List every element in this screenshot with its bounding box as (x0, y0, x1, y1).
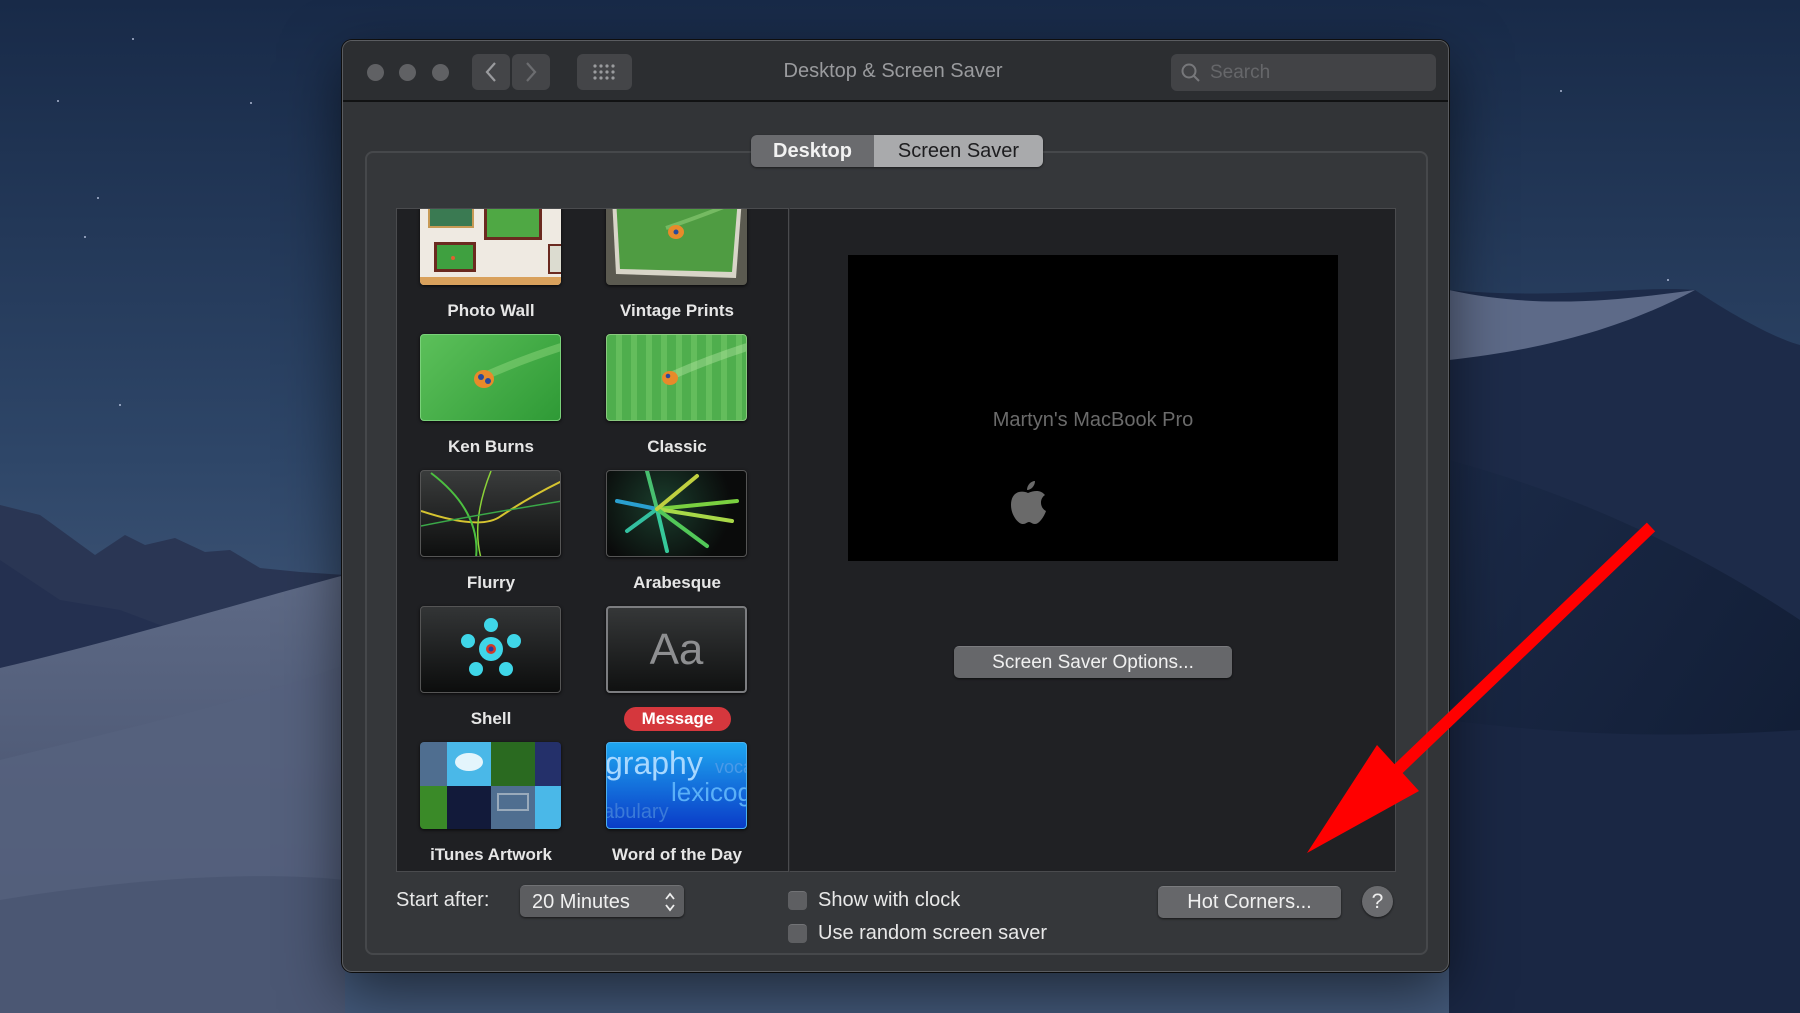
show-all-grid-icon (592, 64, 615, 80)
system-preferences-window: Desktop & Screen Saver Desktop Screen Sa… (342, 40, 1449, 972)
screen-saver-item-ken-burns[interactable]: Ken Burns (411, 333, 571, 469)
zoom-window-button[interactable] (432, 64, 449, 81)
star (119, 404, 121, 406)
help-button[interactable]: ? (1362, 886, 1393, 917)
itunes-artwork-thumbnail (420, 742, 561, 829)
up-down-chevron-icon (665, 892, 675, 912)
screen-saver-item-message[interactable]: Aa Message (597, 605, 757, 741)
star (57, 100, 59, 102)
search-input[interactable] (1210, 61, 1410, 84)
vintage-prints-thumbnail (606, 209, 747, 285)
thumbnail-word: lexicog (671, 777, 747, 807)
back-button[interactable] (472, 54, 510, 90)
message-thumbnail: Aa (606, 606, 747, 693)
search-icon (1181, 63, 1200, 82)
minimize-window-button[interactable] (399, 64, 416, 81)
search-field[interactable] (1171, 54, 1436, 91)
chevron-left-icon (485, 62, 496, 82)
show-with-clock-label: Show with clock (818, 889, 961, 911)
screen-saver-label: Arabesque (633, 573, 721, 592)
arabesque-thumbnail (606, 470, 747, 557)
star (1667, 279, 1669, 281)
forward-button[interactable] (512, 54, 550, 90)
screen-saver-item-flurry[interactable]: Flurry (411, 469, 571, 605)
screen-saver-label: Shell (470, 709, 512, 728)
screen-saver-label: Vintage Prints (620, 301, 734, 320)
screen-saver-label: Photo Wall (447, 301, 535, 320)
star (1560, 90, 1562, 92)
show-with-clock-checkbox[interactable] (788, 891, 807, 910)
screen-saver-label-selected: Message (624, 707, 731, 731)
screen-saver-preview: Martyn's MacBook Pro (848, 255, 1338, 561)
screen-saver-label: iTunes Artwork (430, 845, 552, 864)
window-title: Desktop & Screen Saver (783, 60, 1003, 82)
screen-saver-item-arabesque[interactable]: Arabesque (597, 469, 757, 605)
random-screen-saver-checkbox[interactable] (788, 924, 807, 943)
tab-screen-saver[interactable]: Screen Saver (874, 135, 1043, 167)
start-after-popup[interactable]: 20 Minutes (520, 885, 684, 917)
star (250, 102, 252, 104)
start-after-label: Start after: (396, 889, 490, 911)
screen-saver-item-vintage-prints[interactable]: Vintage Prints (597, 209, 757, 333)
screen-saver-label: Flurry (466, 573, 516, 592)
shell-thumbnail (420, 606, 561, 693)
hot-corners-button[interactable]: Hot Corners... (1158, 886, 1341, 918)
close-window-button[interactable] (367, 64, 384, 81)
thumbnail-word: voca (715, 757, 746, 777)
screen-saver-list: Photo Wall Vintage Prints Ken Burns Clas… (396, 208, 789, 872)
random-screen-saver-label: Use random screen saver (818, 922, 1047, 944)
thumbnail-word: abulary (606, 801, 669, 823)
preview-pane: Martyn's MacBook Pro Screen Saver Option… (789, 208, 1396, 872)
word-of-the-day-thumbnail: graphy voca lexicog abulary (606, 742, 747, 829)
star (84, 236, 86, 238)
screen-saver-label: Ken Burns (448, 437, 534, 456)
screen-saver-label: Classic (647, 437, 707, 456)
screen-saver-item-word-of-the-day[interactable]: graphy voca lexicog abulary Word of the … (597, 741, 757, 871)
screen-saver-item-itunes-artwork[interactable]: iTunes Artwork (411, 741, 571, 871)
star (132, 38, 134, 40)
ken-burns-thumbnail (420, 334, 561, 421)
screen-saver-label: Word of the Day (611, 845, 743, 864)
screen-saver-item-classic[interactable]: Classic (597, 333, 757, 469)
screen-saver-options-button[interactable]: Screen Saver Options... (954, 646, 1232, 678)
classic-thumbnail (606, 334, 747, 421)
flurry-thumbnail (420, 470, 561, 557)
photo-wall-thumbnail (420, 209, 561, 285)
tab-bar: Desktop Screen Saver (751, 135, 1043, 167)
show-all-button[interactable] (577, 54, 632, 90)
tab-desktop[interactable]: Desktop (751, 135, 874, 167)
screen-saver-item-shell[interactable]: Shell (411, 605, 571, 741)
start-after-value: 20 Minutes (532, 891, 630, 913)
chevron-right-icon (526, 62, 537, 82)
title-bar: Desktop & Screen Saver (343, 41, 1448, 102)
apple-logo-icon (1011, 481, 1046, 524)
screen-saver-item-photo-wall[interactable]: Photo Wall (411, 209, 571, 333)
star (97, 197, 99, 199)
preview-message-text: Martyn's MacBook Pro (992, 409, 1194, 431)
